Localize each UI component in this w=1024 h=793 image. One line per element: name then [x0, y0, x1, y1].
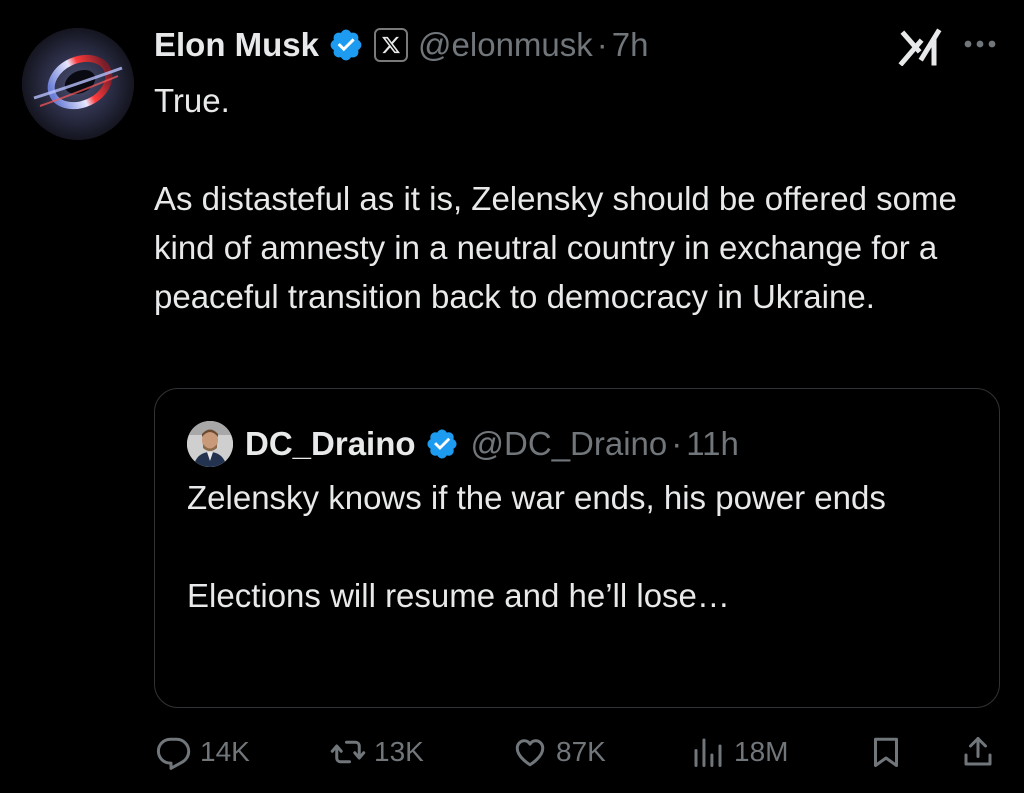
reply-icon	[156, 734, 192, 770]
quoted-header: DC_Draino @DC_Draino · 11h	[187, 421, 739, 467]
separator-dot: ·	[596, 26, 608, 63]
repost-icon	[330, 734, 366, 770]
quoted-author-handle[interactable]: @DC_Draino	[471, 425, 668, 463]
tweet-text: True. As distasteful as it is, Zelensky …	[154, 76, 994, 321]
bookmark-icon	[868, 734, 904, 770]
x-logo-icon[interactable]	[374, 28, 409, 62]
quoted-text-line: Elections will resume and he’ll lose…	[187, 577, 730, 614]
person-portrait-image	[187, 421, 233, 467]
reply-button[interactable]: 14K	[156, 728, 250, 776]
share-button[interactable]	[960, 728, 996, 776]
grok-icon[interactable]	[898, 28, 942, 66]
action-bar: 14K 13K 87K 18M	[0, 728, 1024, 776]
more-options-icon[interactable]	[960, 30, 1000, 58]
repost-count: 13K	[374, 736, 424, 767]
verified-badge-icon[interactable]	[328, 27, 364, 63]
repost-button[interactable]: 13K	[330, 728, 424, 776]
like-count: 87K	[556, 736, 606, 767]
quoted-tweet[interactable]: DC_Draino @DC_Draino · 11h Zelensky know…	[154, 388, 1000, 708]
views-count: 18M	[734, 736, 789, 767]
author-handle[interactable]: @elonmusk	[418, 26, 593, 64]
reply-count: 14K	[200, 736, 250, 767]
bookmark-button[interactable]	[868, 728, 904, 776]
like-button[interactable]: 87K	[512, 728, 606, 776]
author-avatar[interactable]	[22, 28, 134, 140]
tweet-text-line: True.	[154, 82, 230, 119]
tweet[interactable]: Elon Musk @elonmusk · 7h True. As distas…	[0, 0, 1024, 793]
quoted-text-line: Zelensky knows if the war ends, his powe…	[187, 479, 886, 516]
tweet-text-line: As distasteful as it is, Zelensky should…	[154, 180, 957, 315]
quoted-author-name[interactable]: DC_Draino	[245, 425, 416, 463]
quoted-avatar[interactable]	[187, 421, 233, 467]
views-icon	[690, 734, 726, 770]
tweet-header: Elon Musk @elonmusk · 7h	[154, 22, 648, 68]
like-icon	[512, 734, 548, 770]
share-icon	[960, 734, 996, 770]
tweet-time[interactable]: 7h	[612, 26, 649, 64]
quoted-text: Zelensky knows if the war ends, his powe…	[187, 473, 967, 620]
separator-dot: ·	[671, 425, 683, 462]
verified-badge-icon[interactable]	[425, 427, 459, 461]
views-button[interactable]: 18M	[690, 728, 788, 776]
quoted-time[interactable]: 11h	[686, 425, 739, 463]
black-hole-image	[22, 28, 134, 140]
author-name[interactable]: Elon Musk	[154, 26, 319, 64]
